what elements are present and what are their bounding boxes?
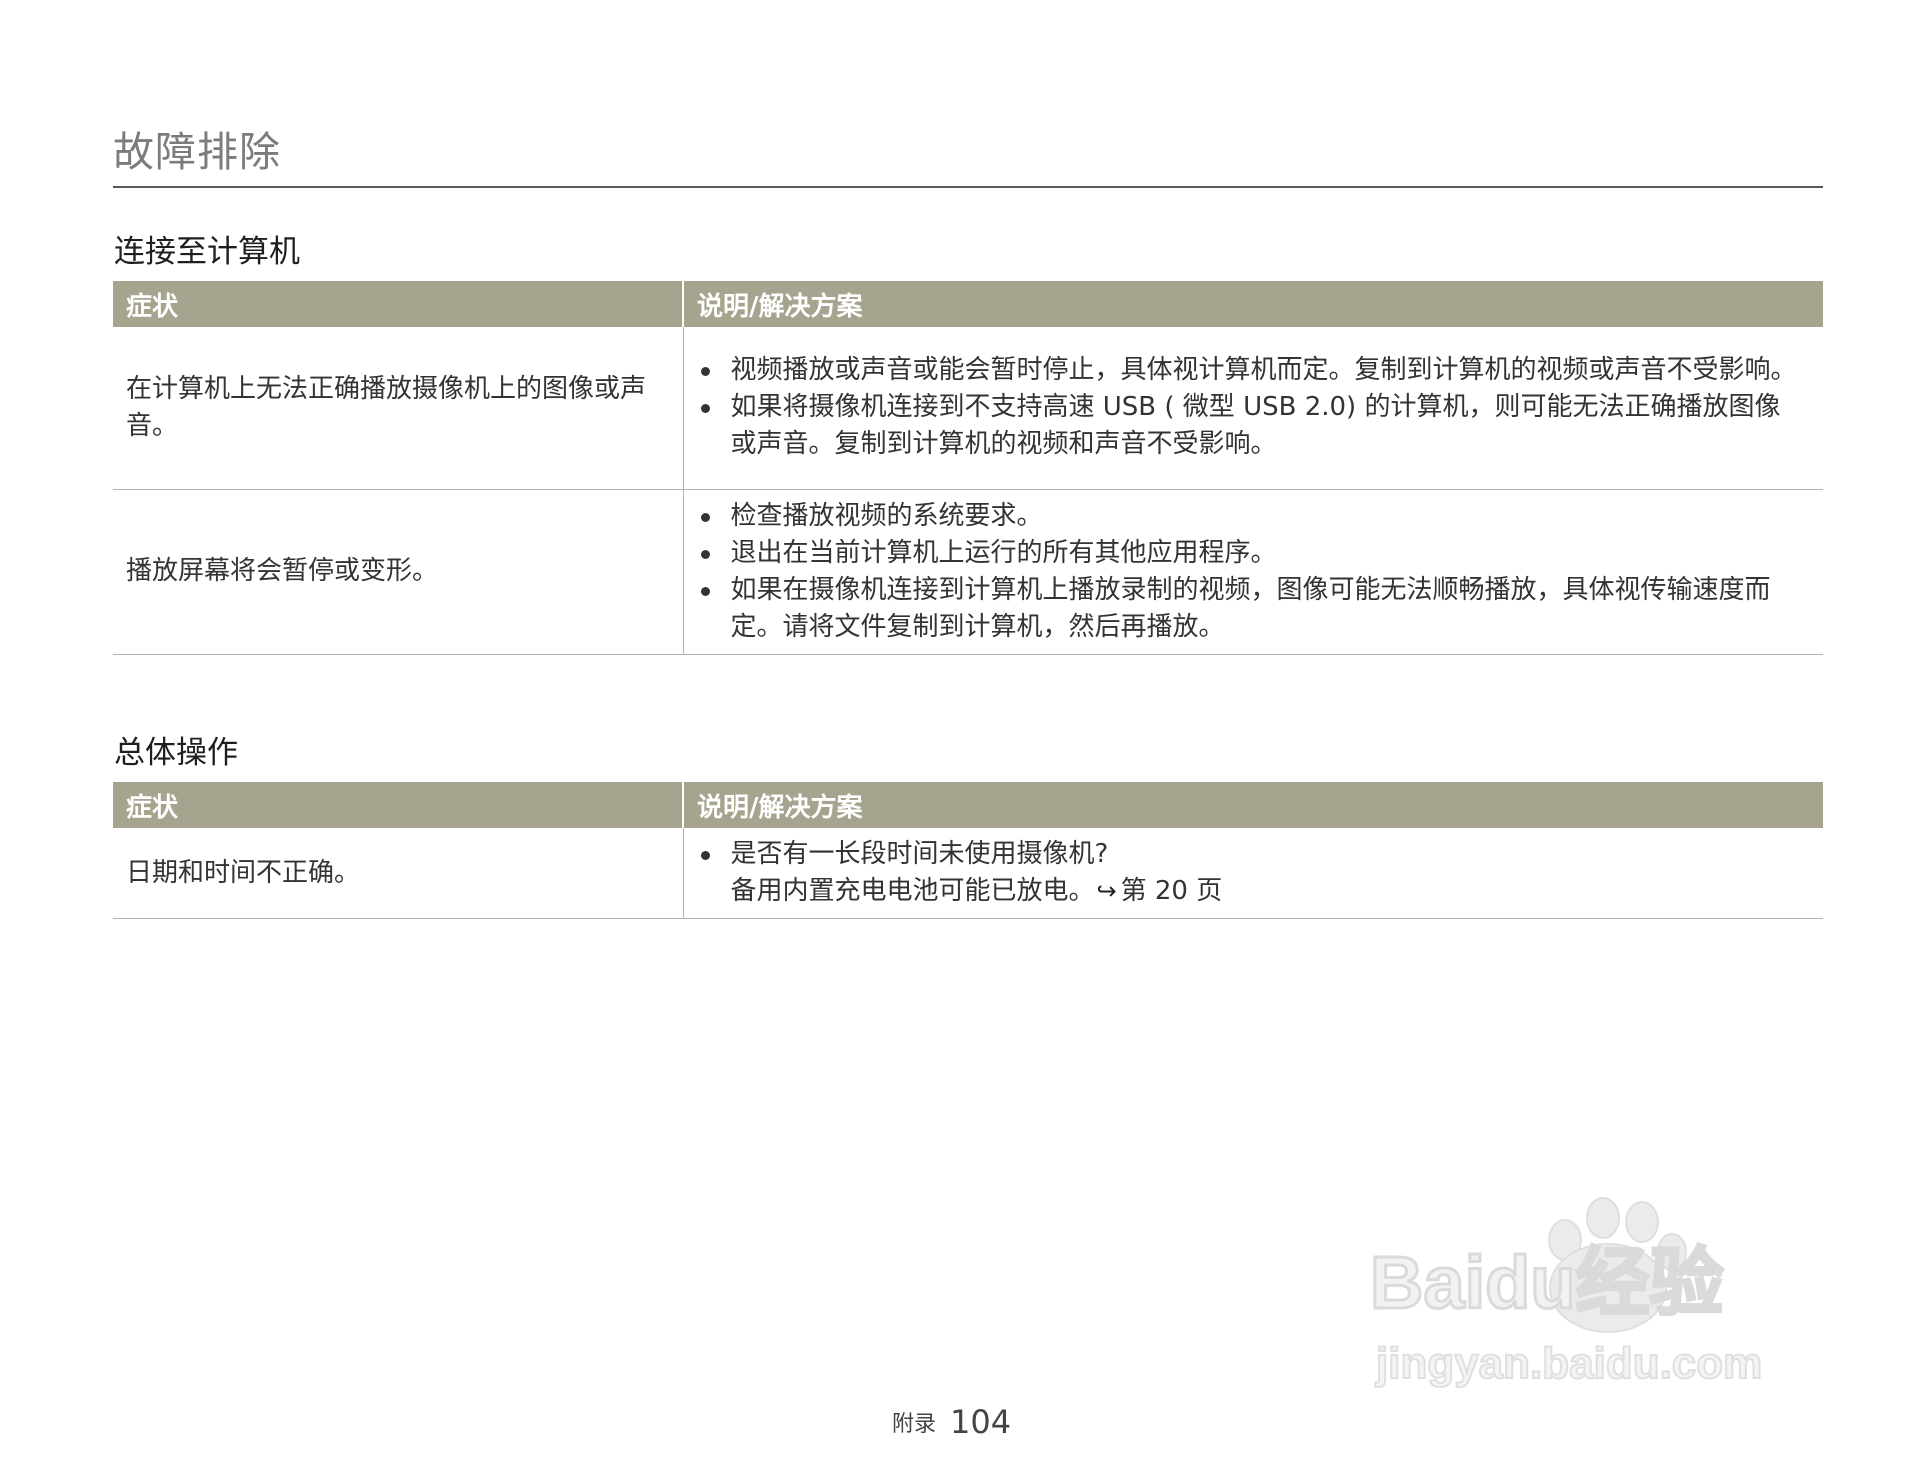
symptom-cell: 播放屏幕将会暂停或变形。 <box>113 489 683 655</box>
solution-cell: 视频播放或声音或能会暂时停止，具体视计算机而定。复制到计算机的视频或声音不受影响… <box>682 327 1823 490</box>
solution-list: 检查播放视频的系统要求。 退出在当前计算机上运行的所有其他应用程序。 如果在摄像… <box>697 498 1804 646</box>
solution-question: 是否有一长段时间未使用摄像机? <box>730 839 1109 869</box>
bullet-icon <box>700 512 710 522</box>
solution-cell: 检查播放视频的系统要求。 退出在当前计算机上运行的所有其他应用程序。 如果在摄像… <box>682 489 1823 655</box>
table-row: 在计算机上无法正确播放摄像机上的图像或声音。 视频播放或声音或能会暂时停止，具体… <box>113 327 1823 490</box>
solution-item: 如果将摄像机连接到不支持高速 USB ( 微型 USB 2.0) 的计算机，则可… <box>697 389 1804 463</box>
symptom-cell: 日期和时间不正确。 <box>113 828 683 919</box>
solution-item: 退出在当前计算机上运行的所有其他应用程序。 <box>697 535 1804 572</box>
column-header-symptom: 症状 <box>113 782 683 828</box>
section-heading-computer-connection: 连接至计算机 <box>114 234 300 270</box>
footer-section-label: 附录 <box>892 1412 937 1437</box>
title-divider <box>113 186 1823 188</box>
watermark-brand: Baidu经验 <box>1370 1241 1724 1324</box>
table-row: 播放屏幕将会暂停或变形。 检查播放视频的系统要求。 退出在当前计算机上运行的所有… <box>113 489 1823 655</box>
solution-item: 是否有一长段时间未使用摄像机? 备用内置充电电池可能已放电。↪ 第 20 页 <box>697 836 1804 910</box>
watermark-url: jingyan.baidu.com <box>1375 1339 1762 1388</box>
solution-list: 是否有一长段时间未使用摄像机? 备用内置充电电池可能已放电。↪ 第 20 页 <box>697 836 1804 910</box>
column-header-solution: 说明/解决方案 <box>682 782 1823 828</box>
solution-item: 如果在摄像机连接到计算机上播放录制的视频，图像可能无法顺畅播放，具体视传输速度而… <box>697 572 1804 646</box>
page-reference-link[interactable]: 第 20 页 <box>1121 876 1223 906</box>
page-footer: 附录 104 <box>892 1403 1011 1441</box>
bullet-icon <box>700 549 710 559</box>
solution-item: 视频播放或声音或能会暂时停止，具体视计算机而定。复制到计算机的视频或声音不受影响… <box>697 352 1804 389</box>
column-header-symptom: 症状 <box>113 281 683 327</box>
troubleshooting-table-computer: 症状 说明/解决方案 在计算机上无法正确播放摄像机上的图像或声音。 视频播放或声… <box>113 281 1823 655</box>
solution-item: 检查播放视频的系统要求。 <box>697 498 1804 535</box>
page-title: 故障排除 <box>113 128 281 176</box>
baidu-jingyan-watermark: Baidu经验 jingyan.baidu.com <box>1370 1197 1763 1389</box>
bullet-icon <box>700 404 710 414</box>
bullet-icon <box>700 851 710 860</box>
bullet-icon <box>700 586 710 596</box>
bullet-icon <box>700 367 710 377</box>
table-row: 日期和时间不正确。 是否有一长段时间未使用摄像机? 备用内置充电电池可能已放电。… <box>113 828 1823 919</box>
solution-cell: 是否有一长段时间未使用摄像机? 备用内置充电电池可能已放电。↪ 第 20 页 <box>682 828 1823 919</box>
footer-page-number: 104 <box>950 1403 1012 1441</box>
symptom-cell: 在计算机上无法正确播放摄像机上的图像或声音。 <box>113 327 683 490</box>
column-header-solution: 说明/解决方案 <box>682 281 1823 327</box>
troubleshooting-table-general: 症状 说明/解决方案 日期和时间不正确。 是否有一长段时间未使用摄像机? 备用内… <box>113 782 1823 919</box>
page-reference-arrow-icon: ↪ <box>1096 877 1117 905</box>
solution-note: 备用内置充电电池可能已放电。 <box>730 876 1095 906</box>
table-header-row: 症状 说明/解决方案 <box>113 281 1823 327</box>
solution-list: 视频播放或声音或能会暂时停止，具体视计算机而定。复制到计算机的视频或声音不受影响… <box>697 352 1804 463</box>
section-heading-general-operation: 总体操作 <box>114 735 238 771</box>
table-header-row: 症状 说明/解决方案 <box>113 782 1823 828</box>
